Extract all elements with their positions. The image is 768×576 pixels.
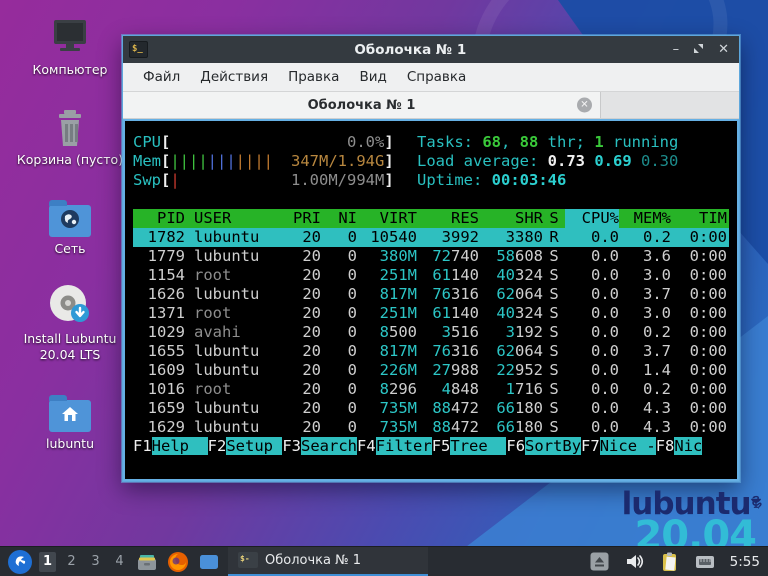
desktop-icon-label: Корзина (пусто): [8, 152, 132, 168]
task-button-label: Оболочка № 1: [265, 553, 361, 568]
swap-meter: Swp[|1.00M/994M]Uptime: 00:03:46: [133, 171, 729, 190]
process-row[interactable]: 1016root200829648481716S0.00.20:00: [133, 380, 729, 399]
restore-button[interactable]: [693, 43, 704, 57]
process-row[interactable]: 1029avahi200850035163192S0.00.20:00: [133, 323, 729, 342]
fkey-f7[interactable]: F7Nice -: [581, 437, 656, 456]
workspace-3[interactable]: 3: [87, 552, 104, 572]
fkey-f8[interactable]: F8Nic: [656, 437, 703, 456]
qterminal-window: $_ Оболочка № 1 – ✕ Файл Действия Правка…: [122, 35, 740, 482]
desktop-icon-network[interactable]: Сеть: [8, 193, 132, 257]
fkey-f4[interactable]: F4Filter: [357, 437, 432, 456]
process-row[interactable]: 1371root200251M6114040324S0.03.00:00: [133, 304, 729, 323]
process-row[interactable]: 1609lubuntu200226M2798822952S0.01.40:00: [133, 361, 729, 380]
desktop-icon-label: Сеть: [8, 241, 132, 257]
desktop-icon-home[interactable]: lubuntu: [8, 388, 132, 452]
computer-icon: [8, 14, 132, 58]
column-header-virt[interactable]: VIRT: [357, 209, 417, 228]
firefox-launcher-icon[interactable]: [166, 550, 190, 574]
process-row[interactable]: 1154root200251M6114040324S0.03.00:00: [133, 266, 729, 285]
terminal-task-icon: $-: [238, 552, 258, 568]
menu-view[interactable]: Вид: [349, 65, 396, 89]
column-header-ni[interactable]: NI: [321, 209, 357, 228]
fkey-f1[interactable]: F1Help: [133, 437, 208, 456]
system-tray: 5:55: [588, 550, 760, 574]
blue-app-launcher-icon[interactable]: [197, 550, 221, 574]
hummingbird-logo-icon: 🕏: [751, 496, 762, 512]
process-row[interactable]: 1655lubuntu200817M7631662064S0.03.70:00: [133, 342, 729, 361]
process-row[interactable]: 1659lubuntu200735M8847266180S0.04.30:00: [133, 399, 729, 418]
install-disc-icon: [8, 283, 132, 327]
column-header-pri[interactable]: PRI: [281, 209, 321, 228]
terminal-tab[interactable]: Оболочка № 1 ✕: [123, 92, 601, 118]
tab-close-icon[interactable]: ✕: [577, 98, 592, 113]
desktop: Компьютер Корзина (пусто): [0, 0, 768, 576]
menu-bar: Файл Действия Правка Вид Справка: [123, 63, 739, 92]
column-header-res[interactable]: RES: [417, 209, 479, 228]
desktop-icon-install-lubuntu[interactable]: Install Lubuntu 20.04 LTS: [8, 283, 132, 362]
window-title: Оболочка № 1: [148, 42, 673, 58]
desktop-icon-label: lubuntu: [8, 436, 132, 452]
terminal-screen[interactable]: CPU[0.0%]Tasks: 68, 88 thr; 1 runningMem…: [123, 119, 739, 481]
process-row-selected[interactable]: 1782lubuntu2001054039923380R0.00.20:00: [133, 228, 729, 247]
process-row[interactable]: 1629lubuntu200735M8847266180S0.04.30:00: [133, 418, 729, 437]
fkey-f2[interactable]: F2Setup: [208, 437, 283, 456]
cpu-meter: CPU[0.0%]Tasks: 68, 88 thr; 1 running: [133, 133, 729, 152]
taskbar: 1 2 3 4 $- Оболочка № 1: [0, 546, 768, 576]
process-row[interactable]: 1626lubuntu200817M7631662064S0.03.70:00: [133, 285, 729, 304]
column-header-tim[interactable]: TIM: [671, 209, 727, 228]
workspace-4[interactable]: 4: [111, 552, 128, 572]
workspace-1[interactable]: 1: [39, 552, 56, 572]
column-header-cpupct[interactable]: CPU%: [565, 209, 619, 228]
file-manager-launcher-icon[interactable]: [135, 550, 159, 574]
desktop-icon-computer[interactable]: Компьютер: [8, 14, 132, 78]
network-folder-icon: [8, 193, 132, 237]
home-folder-icon: [8, 388, 132, 432]
column-header-pid[interactable]: PID: [133, 209, 185, 228]
clipboard-icon[interactable]: [658, 550, 682, 574]
trash-icon: [8, 104, 132, 148]
process-row[interactable]: 1779lubuntu200380M7274058608S0.03.60:00: [133, 247, 729, 266]
htop-meters: CPU[0.0%]Tasks: 68, 88 thr; 1 runningMem…: [133, 133, 729, 190]
app-menu-button[interactable]: [8, 550, 32, 574]
network-status-icon[interactable]: [693, 550, 717, 574]
tab-label: Оболочка № 1: [123, 98, 600, 113]
fkey-f6[interactable]: F6SortBy: [506, 437, 581, 456]
menu-actions[interactable]: Действия: [190, 65, 278, 89]
process-table-header[interactable]: PIDUSERPRINIVIRTRESSHRSCPU%MEM%TIM: [133, 209, 729, 228]
htop-process-table: PIDUSERPRINIVIRTRESSHRSCPU%MEM%TIM1782lu…: [133, 209, 729, 437]
fkey-f5[interactable]: F5Tree: [432, 437, 507, 456]
window-titlebar[interactable]: $_ Оболочка № 1 – ✕: [123, 36, 739, 63]
close-button[interactable]: ✕: [718, 43, 729, 56]
workspace-2[interactable]: 2: [63, 552, 80, 572]
desktop-icon-label: Install Lubuntu 20.04 LTS: [8, 331, 132, 362]
eject-removable-media-icon[interactable]: [588, 550, 612, 574]
tab-bar: Оболочка № 1 ✕: [123, 92, 739, 119]
taskbar-clock[interactable]: 5:55: [728, 554, 760, 570]
htop-function-key-bar: F1Help F2Setup F3SearchF4FilterF5Tree F6…: [133, 437, 729, 456]
menu-help[interactable]: Справка: [397, 65, 476, 89]
desktop-icon-label: Компьютер: [8, 62, 132, 78]
memory-meter: Mem[|||||||||||347M/1.94G]Load average: …: [133, 152, 729, 171]
volume-icon[interactable]: [623, 550, 647, 574]
menu-file[interactable]: Файл: [133, 65, 190, 89]
column-header-user[interactable]: USER: [185, 209, 281, 228]
minimize-button[interactable]: –: [673, 43, 680, 56]
taskbar-task-button[interactable]: $- Оболочка № 1: [228, 547, 428, 576]
terminal-app-icon: $_: [129, 41, 148, 58]
column-header-shr[interactable]: SHR: [479, 209, 543, 228]
menu-edit[interactable]: Правка: [278, 65, 349, 89]
fkey-f3[interactable]: F3Search: [282, 437, 357, 456]
desktop-icon-trash[interactable]: Корзина (пусто): [8, 104, 132, 168]
column-header-mempct[interactable]: MEM%: [619, 209, 671, 228]
desktop-icons: Компьютер Корзина (пусто): [8, 14, 132, 478]
column-header-s[interactable]: S: [543, 209, 565, 228]
